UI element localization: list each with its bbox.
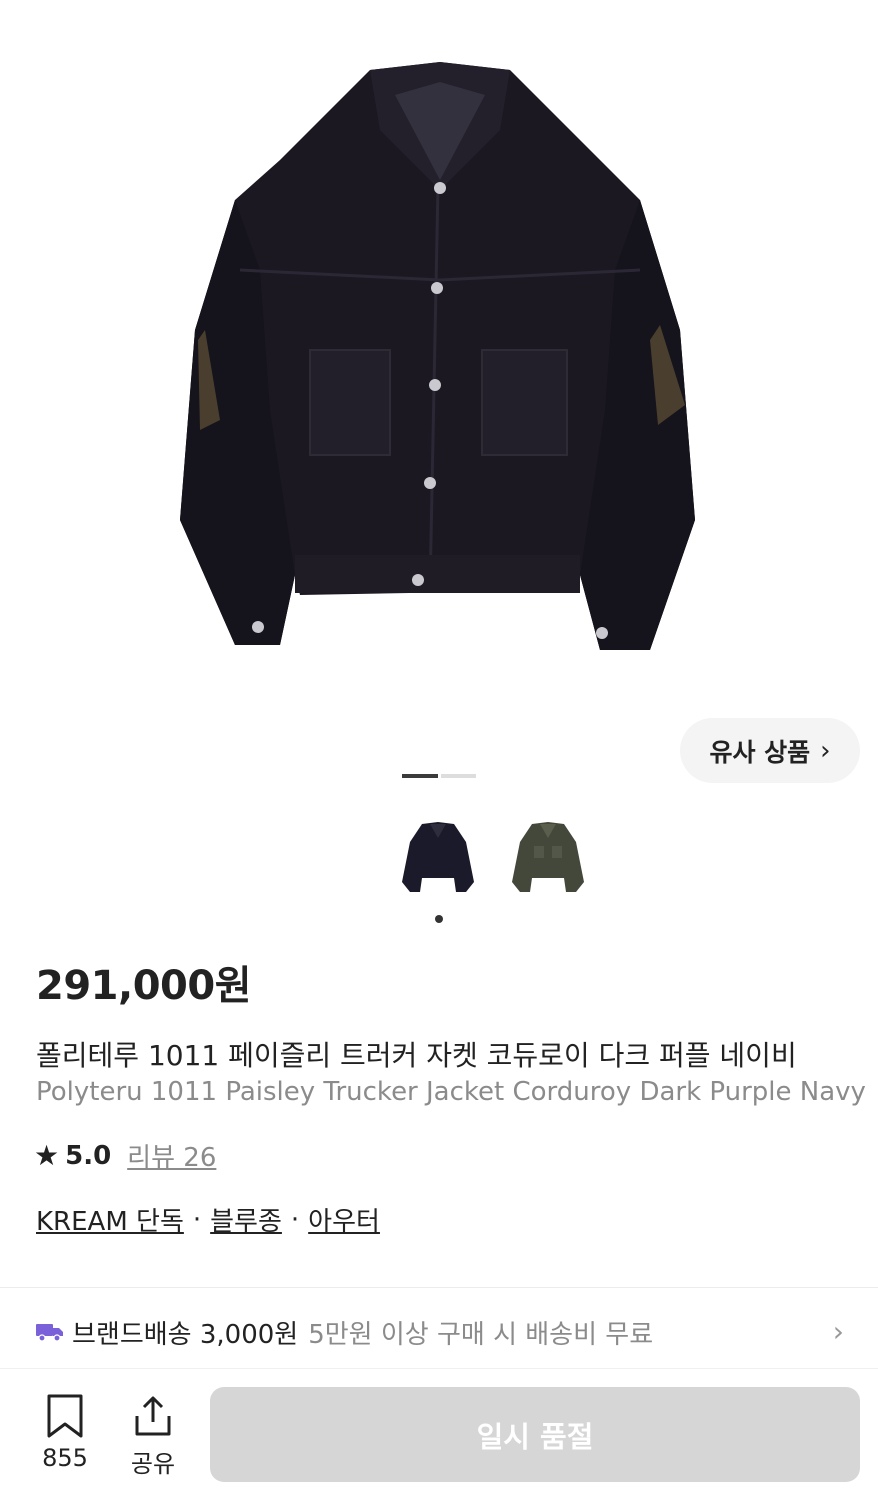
similar-products-label: 유사 상품 — [709, 737, 811, 767]
section-divider — [0, 1287, 878, 1288]
thumb-selected-dot — [435, 915, 443, 923]
share-icon — [135, 1396, 171, 1436]
sold-out-button[interactable]: 일시 품절 — [210, 1387, 860, 1482]
star-icon: ★ — [34, 1139, 60, 1172]
similar-products-button[interactable]: 유사 상품 › — [680, 718, 860, 783]
product-hero-image[interactable] — [0, 0, 878, 700]
truck-icon — [36, 1324, 63, 1342]
share-button[interactable]: 공유 — [122, 1394, 184, 1479]
thumb-navy-jacket[interactable] — [392, 812, 484, 904]
category-separator: · — [192, 1204, 202, 1235]
product-name-korean: 폴리테루 1011 페이즐리 트러커 자켓 코듀로이 다크 퍼플 네이비 — [36, 1039, 797, 1072]
product-name-english: Polyteru 1011 Paisley Trucker Jacket Cor… — [36, 1077, 866, 1107]
product-price: 291,000원 — [36, 963, 252, 1009]
category-outer[interactable]: 아우터 — [308, 1201, 380, 1238]
sold-out-label: 일시 품절 — [476, 1419, 594, 1454]
bookmark-button[interactable]: 855 — [34, 1394, 96, 1472]
pager-indicator-inactive — [441, 774, 476, 778]
category-separator: · — [290, 1204, 300, 1235]
delivery-info-row[interactable]: 브랜드배송 3,000원 5만원 이상 구매 시 배송비 무료 › — [36, 1309, 844, 1355]
delivery-label: 브랜드배송 3,000원 — [72, 1319, 299, 1350]
chevron-right-icon: › — [820, 735, 831, 766]
chevron-right-icon: › — [832, 1315, 844, 1348]
review-link[interactable]: 리뷰 26 — [127, 1137, 216, 1174]
pager-indicator-active — [402, 774, 438, 778]
jacket-illustration — [180, 62, 695, 650]
rating-score: 5.0 — [65, 1140, 112, 1171]
delivery-sub: 5만원 이상 구매 시 배송비 무료 — [308, 1319, 654, 1350]
rating-row: ★ 5.0 리뷰 26 — [34, 1137, 216, 1174]
share-label: 공유 — [130, 1450, 176, 1478]
bookmark-count: 855 — [42, 1444, 88, 1472]
category-kream-exclusive[interactable]: KREAM 단독 — [36, 1201, 184, 1238]
bookmark-icon — [47, 1394, 83, 1438]
category-blouson[interactable]: 블루종 — [210, 1201, 282, 1238]
category-row: KREAM 단독 · 블루종 · 아우터 — [36, 1201, 380, 1238]
thumb-olive-jacket[interactable] — [502, 812, 594, 904]
